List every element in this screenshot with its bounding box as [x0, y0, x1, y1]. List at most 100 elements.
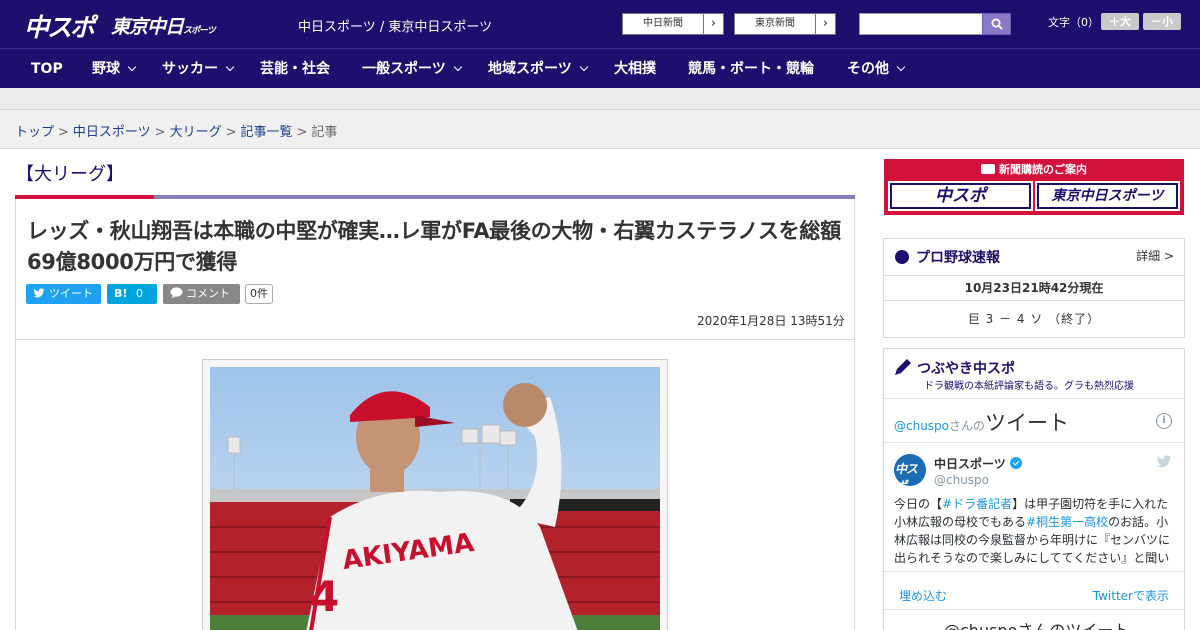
chunichi-shimbun-link[interactable]: 中日新聞 ›: [622, 13, 724, 35]
font-larger-button[interactable]: ＋大: [1101, 13, 1139, 30]
chevron-down-icon: [896, 62, 906, 72]
site-name: 中日スポーツ / 東京中日スポーツ: [298, 20, 493, 35]
nav-item-soccer[interactable]: サッカー: [162, 49, 235, 89]
chuspo-logo[interactable]: 中スポ: [24, 8, 95, 44]
newspaper-icon: [981, 164, 995, 174]
font-size-label: 文字（0）: [1048, 16, 1099, 29]
baseball-scores-widget: プロ野球速報 詳細 > 10月23日21時42分現在 巨 3 － 4 ソ （終了…: [883, 238, 1185, 338]
main-nav: TOP 野球 サッカー 芸能・社会 一般スポーツ 地域スポーツ 大相撲 競馬・ボ…: [0, 48, 1200, 88]
nav-label: 地域スポーツ: [488, 61, 572, 77]
tokyo-logo-text: 東京中日: [111, 16, 184, 38]
hatena-count: 0: [136, 287, 143, 300]
breadcrumb-link-article-list[interactable]: 記事一覧: [241, 125, 293, 140]
tokyo-shimbun-link[interactable]: 東京新聞 ›: [734, 13, 836, 35]
baseball-icon: [895, 250, 909, 264]
jersey-number: 4: [310, 572, 340, 621]
breadcrumb: トップ > 中日スポーツ > 大リーグ > 記事一覧 > 記事: [15, 121, 337, 140]
tweet-hashtag[interactable]: #桐生第一高校: [1026, 515, 1108, 529]
nav-item-entertainment[interactable]: 芸能・社会: [260, 49, 330, 89]
tokyo-logo-suffix: スポーツ: [183, 26, 216, 36]
article-category: 【大リーグ】: [16, 164, 124, 185]
nav-label: 一般スポーツ: [362, 61, 446, 77]
speech-bubble-icon: [170, 284, 183, 304]
breadcrumb-link-mlb[interactable]: 大リーグ: [170, 125, 222, 140]
view-on-twitter-link[interactable]: Twitterで表示: [1093, 587, 1169, 604]
account-name-text: 中日スポーツ: [934, 457, 1006, 471]
twitter-timeline: @chuspoさんのツイート i 中スポ 中日スポーツ @chuspo 今日の【…: [884, 398, 1184, 630]
hatena-bookmark-button[interactable]: B! 0: [107, 284, 157, 304]
timeline-san: さんの: [949, 419, 986, 433]
tweet-hashtag[interactable]: #ドラ番記者: [942, 497, 1012, 511]
widget-divider: [884, 300, 1184, 301]
tokyo-chunichi-subscribe-logo[interactable]: 東京中日スポーツ: [1035, 181, 1180, 211]
avatar[interactable]: 中スポ: [894, 454, 926, 486]
nav-item-racing[interactable]: 競馬・ボート・競輪: [688, 49, 814, 89]
hatena-bookmark-icon: B!: [114, 287, 128, 300]
twitter-bird-icon: [33, 284, 45, 304]
info-icon[interactable]: i: [1156, 413, 1172, 429]
baseball-detail-link[interactable]: 詳細 >: [1136, 247, 1174, 264]
timeline-header-title: ツイート: [985, 411, 1070, 435]
article-photo[interactable]: AKIYAMA 4: [210, 367, 660, 630]
subscription-banner[interactable]: 新聞購読のご案内 中スポ 東京中日スポーツ: [884, 159, 1184, 215]
published-date: 2020年1月28日 13時51分: [697, 314, 845, 328]
nav-item-baseball[interactable]: 野球: [92, 49, 137, 89]
timeline-divider: [884, 571, 1184, 572]
chuspo-subscribe-label: 中スポ: [890, 183, 1031, 209]
nav-label: 野球: [92, 61, 120, 77]
tokyo-chunichi-logo[interactable]: 東京中日スポーツ: [111, 12, 216, 39]
chevron-right-icon: ›: [703, 14, 723, 34]
nav-label: サッカー: [162, 61, 218, 77]
chevron-down-icon: [579, 62, 588, 72]
breadcrumb-separator: >: [58, 125, 69, 140]
game-score[interactable]: 巨 3 － 4 ソ （終了）: [884, 310, 1184, 327]
avatar-text: 中スポ: [895, 462, 918, 486]
paper-link-label: 中日新聞: [643, 18, 683, 29]
comment-count: 0件: [245, 284, 273, 304]
nav-label: その他: [847, 61, 889, 77]
breadcrumb-current: 記事: [311, 125, 338, 140]
twitter-bird-icon[interactable]: [1156, 455, 1172, 469]
tweet-account-name[interactable]: 中日スポーツ: [934, 455, 1022, 472]
widget-divider: [884, 275, 1184, 276]
comment-button-label: コメント: [186, 287, 230, 300]
tweet-button-label: ツイート: [49, 287, 93, 300]
verified-badge-icon: [1009, 457, 1022, 469]
nav-label: 大相撲: [614, 61, 656, 77]
nav-label: TOP: [31, 61, 63, 77]
search-button[interactable]: [982, 13, 1011, 35]
nav-item-general-sports[interactable]: 一般スポーツ: [362, 49, 462, 89]
nav-item-sumo[interactable]: 大相撲: [614, 49, 656, 89]
tweet-button[interactable]: ツイート: [26, 284, 101, 304]
chevron-down-icon: [453, 62, 462, 72]
nav-label: 競馬・ボート・競輪: [688, 61, 814, 77]
comment-button[interactable]: コメント: [163, 284, 240, 304]
nav-item-local-sports[interactable]: 地域スポーツ: [488, 49, 588, 89]
font-smaller-button[interactable]: －小: [1143, 13, 1181, 30]
nav-item-other[interactable]: その他: [847, 49, 906, 89]
breadcrumb-link-top[interactable]: トップ: [15, 125, 54, 140]
timeline-handle[interactable]: @chuspo: [894, 419, 949, 433]
paper-link-label: 東京新聞: [755, 18, 795, 29]
ad-strip: [0, 88, 1200, 110]
tweet-text: 今日の【#ドラ番記者】は甲子園切符を手に入れた小林広報の母校でもある#桐生第一高…: [894, 495, 1176, 567]
breadcrumb-link-chunichi-sports[interactable]: 中日スポーツ: [73, 125, 151, 140]
tweet-account-handle[interactable]: @chuspo: [934, 473, 989, 487]
megaphone-icon: [895, 359, 911, 375]
nav-label: 芸能・社会: [260, 61, 330, 77]
embed-link[interactable]: 埋め込む: [899, 587, 947, 604]
breadcrumb-separator: >: [154, 125, 166, 140]
chevron-down-icon: [225, 62, 235, 72]
article-header-divider: [16, 339, 854, 340]
player-photo-illustration: [210, 367, 660, 630]
chuspo-subscribe-logo[interactable]: 中スポ: [888, 181, 1033, 211]
subscription-title-text: 新聞購読のご案内: [999, 163, 1087, 176]
top-header: 中スポ 東京中日スポーツ 中日スポーツ / 東京中日スポーツ 中日新聞 › 東京…: [0, 0, 1200, 48]
chevron-down-icon: [127, 62, 137, 72]
timeline-header: @chuspoさんのツイート: [894, 407, 1069, 437]
search-icon: [991, 18, 1003, 30]
search-input[interactable]: [859, 13, 983, 35]
nav-item-top[interactable]: TOP: [31, 49, 63, 89]
timeline-footer[interactable]: @chuspoさんのツイート: [944, 617, 1129, 630]
tweets-widget-title: つぶやき中スポ: [917, 361, 1015, 377]
